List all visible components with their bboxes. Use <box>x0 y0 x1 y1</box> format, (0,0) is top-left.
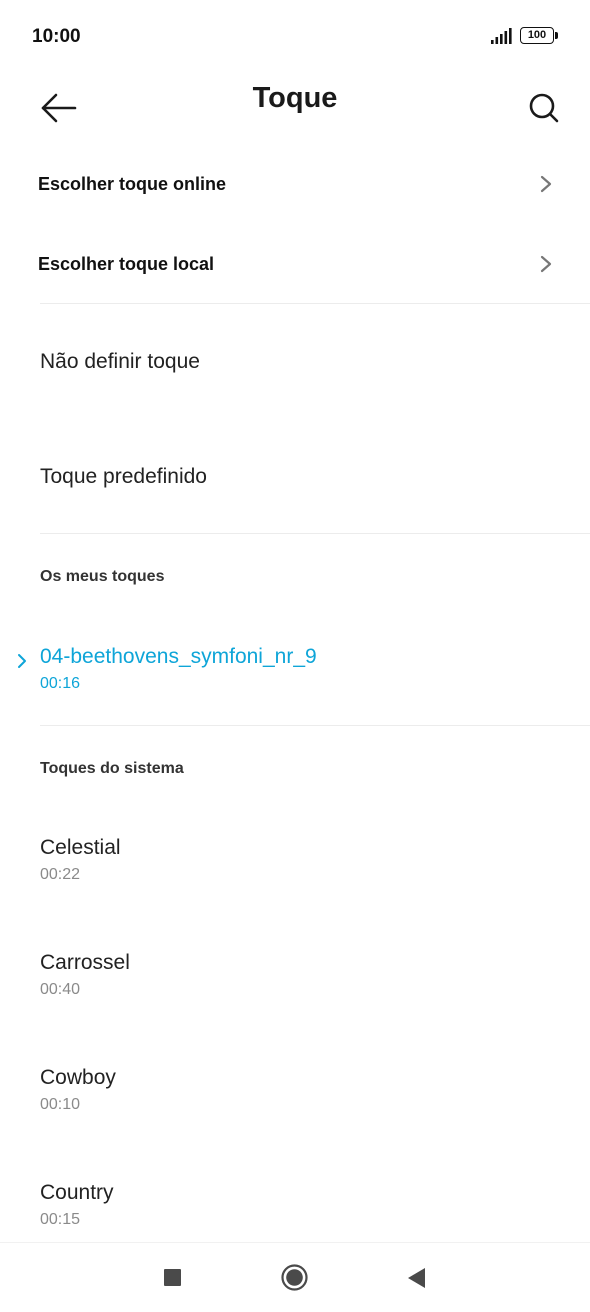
triangle-back-icon[interactable] <box>406 1267 426 1289</box>
system-navigation-bar <box>0 1242 590 1312</box>
choose-local-label: Escolher toque local <box>38 254 215 274</box>
choose-online-label: Escolher toque online <box>38 174 227 194</box>
chevron-right-icon <box>540 255 552 273</box>
divider <box>40 533 590 534</box>
status-bar: 10:00 100 <box>0 0 590 72</box>
choose-local-ringtone-row[interactable]: Escolher toque local <box>0 224 590 304</box>
default-ringtone-label: Toque predefinido <box>40 465 207 488</box>
tone-name: Cowboy <box>40 1066 116 1089</box>
battery-tip <box>555 32 558 39</box>
selected-chevron-icon <box>18 654 26 668</box>
circle-home-icon[interactable] <box>281 1264 308 1291</box>
tone-item[interactable]: Celestial 00:22 <box>0 836 590 936</box>
divider <box>40 725 590 726</box>
tone-item[interactable]: Cowboy 00:10 <box>0 1066 590 1166</box>
tone-name: 04-beethovens_symfoni_nr_9 <box>40 645 317 668</box>
search-icon <box>529 93 559 123</box>
divider <box>40 303 590 304</box>
chevron-right-icon <box>540 175 552 193</box>
no-ringtone-option[interactable]: Não definir toque <box>0 316 590 416</box>
tone-duration: 00:22 <box>40 866 81 883</box>
my-tones-header: Os meus toques <box>40 568 165 585</box>
battery-icon: 100 <box>520 27 554 44</box>
tone-duration: 00:15 <box>40 1211 81 1228</box>
tone-duration: 00:10 <box>40 1096 81 1113</box>
app-header: Toque <box>0 72 590 132</box>
tone-item[interactable]: Carrossel 00:40 <box>0 951 590 1051</box>
page-title: Toque <box>252 82 338 114</box>
system-tones-header: Toques do sistema <box>40 760 184 777</box>
status-time: 10:00 <box>32 26 81 47</box>
tone-item-selected[interactable]: 04-beethovens_symfoni_nr_9 00:16 <box>0 645 590 745</box>
choose-online-ringtone-row[interactable]: Escolher toque online <box>0 144 590 224</box>
square-icon[interactable] <box>164 1269 181 1286</box>
ringtone-screen: 10:00 100 Toque Escolher toque online Es… <box>0 0 590 1312</box>
tone-item[interactable]: Country 00:15 <box>0 1181 590 1229</box>
search-button[interactable] <box>520 80 566 124</box>
tone-duration: 00:40 <box>40 981 81 998</box>
no-ringtone-label: Não definir toque <box>40 350 200 373</box>
tone-name: Country <box>40 1181 114 1204</box>
signal-icon <box>491 28 512 44</box>
tone-name: Celestial <box>40 836 121 859</box>
tone-duration: 00:16 <box>40 675 81 692</box>
default-ringtone-option[interactable]: Toque predefinido <box>0 431 590 531</box>
tone-name: Carrossel <box>40 951 130 974</box>
